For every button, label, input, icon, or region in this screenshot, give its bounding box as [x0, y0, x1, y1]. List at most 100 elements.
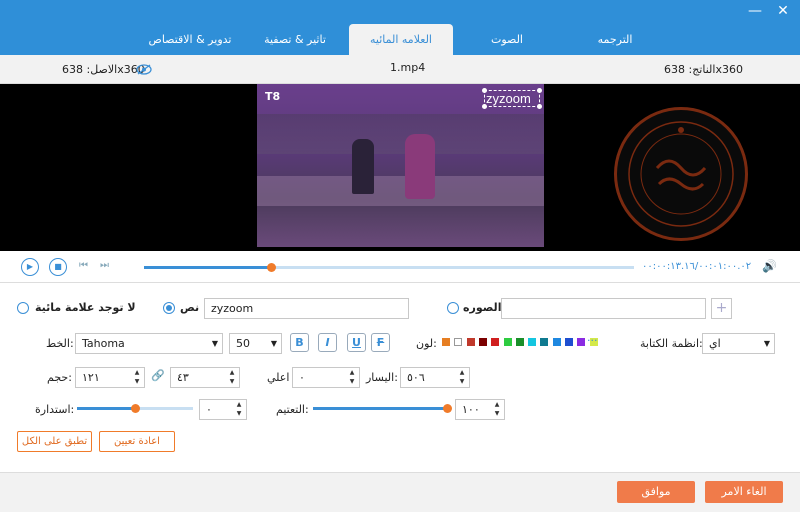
top-input[interactable]: ٠ ▲ ▼ [292, 367, 360, 388]
height-value: ٤٣ [177, 371, 189, 384]
color-swatch[interactable] [577, 338, 586, 346]
resize-handle[interactable] [537, 88, 542, 93]
apply-to-all-button[interactable]: تطبق على الكل [17, 431, 92, 452]
writing-system-label: انظمة الكتابة: [640, 337, 703, 350]
ok-button[interactable]: موافق [617, 481, 695, 503]
minimize-button[interactable]: — [747, 4, 763, 18]
font-size-select[interactable]: 50 ▼ [229, 333, 282, 354]
underline-button[interactable]: U [347, 333, 366, 352]
italic-button[interactable]: I [318, 333, 337, 352]
tab-watermark[interactable]: العلامه المائيه [349, 24, 453, 55]
reset-button[interactable]: اعادة تعيين [99, 431, 175, 452]
add-image-button[interactable]: + [711, 298, 732, 319]
opacity-value: ١٠٠ [462, 403, 480, 416]
spin-up-icon[interactable]: ▲ [132, 369, 142, 377]
image-path-input[interactable] [501, 298, 706, 319]
link-icon[interactable]: 🔗 [151, 369, 165, 382]
resize-handle[interactable] [482, 88, 487, 93]
seek-bar-fill [144, 266, 272, 269]
info-bar: الناتج: 638x360 1.mp4 الاصل: 638x360 [0, 55, 800, 84]
watermark-box[interactable]: zyzoom [482, 88, 542, 109]
tab-audio[interactable]: الصوت [457, 24, 557, 55]
no-watermark-label: لا توجد علامة مائية [35, 301, 136, 314]
spin-down-icon[interactable]: ▼ [234, 410, 244, 418]
color-swatch[interactable] [565, 338, 573, 346]
more-colors-button[interactable]: ··· [587, 334, 598, 347]
spin-down-icon[interactable]: ▼ [227, 378, 237, 386]
image-watermark-radio[interactable] [447, 302, 459, 314]
rotation-slider-knob[interactable] [131, 404, 140, 413]
color-swatch[interactable] [540, 338, 549, 346]
font-select[interactable]: Tahoma ▼ [75, 333, 223, 354]
title-bar: — ✕ الترجمه الصوت العلامه المائيه تاثير … [0, 0, 800, 55]
image-watermark-label: الصوره [463, 301, 502, 314]
spin-down-icon[interactable]: ▼ [492, 410, 502, 418]
tab-subtitle[interactable]: الترجمه [565, 24, 665, 55]
seek-bar-knob[interactable] [267, 263, 277, 272]
resize-handle[interactable] [482, 104, 487, 109]
watermark-text-input[interactable]: zyzoom [204, 298, 409, 319]
no-watermark-radio[interactable] [17, 302, 29, 314]
stop-icon[interactable]: ■ [49, 258, 67, 276]
opacity-slider-fill [313, 407, 447, 410]
strikethrough-button[interactable]: F [371, 333, 390, 352]
skip-back-icon[interactable]: ⏮ [79, 260, 88, 271]
eye-icon[interactable] [136, 64, 152, 75]
color-swatch[interactable] [491, 338, 500, 346]
color-swatch[interactable] [503, 338, 512, 346]
original-resolution: الاصل: 638x360 [62, 63, 145, 76]
cancel-button[interactable]: الغاء الامر [705, 481, 783, 503]
tab-effect-filter[interactable]: تاثير & تصفية [245, 24, 345, 55]
spin-up-icon[interactable]: ▲ [492, 401, 502, 409]
opacity-input[interactable]: ١٠٠ ▲ ▼ [455, 399, 505, 420]
rotation-label: استدارة: [35, 403, 75, 416]
bold-button[interactable]: B [290, 333, 309, 352]
opacity-slider[interactable] [313, 404, 452, 413]
color-swatch[interactable] [478, 338, 487, 346]
rotation-input[interactable]: ٠ ▲ ▼ [199, 399, 247, 420]
text-watermark-radio[interactable] [163, 302, 175, 314]
opacity-label: التعتيم: [276, 403, 309, 416]
skip-forward-icon[interactable]: ⏭ [100, 260, 109, 271]
height-input[interactable]: ٤٣ ▲ ▼ [170, 367, 240, 388]
forum-stamp-logo [614, 107, 748, 241]
rotation-slider-fill [77, 407, 135, 410]
seek-bar[interactable] [144, 263, 634, 272]
resize-handle[interactable] [537, 104, 542, 109]
color-swatch[interactable] [552, 338, 561, 346]
color-label: لون: [416, 337, 437, 350]
left-input[interactable]: ٥٠٦ ▲ ▼ [400, 367, 470, 388]
opacity-slider-knob[interactable] [443, 404, 452, 413]
play-icon[interactable]: ▶ [21, 258, 39, 276]
text-watermark-label: نص [180, 301, 200, 314]
background-wall [257, 176, 544, 206]
output-resolution: الناتج: 638x360 [664, 63, 743, 76]
volume-icon[interactable]: 🔊 [762, 259, 777, 273]
rotation-value: ٠ [206, 403, 212, 416]
spin-up-icon[interactable]: ▲ [227, 369, 237, 377]
spin-down-icon[interactable]: ▼ [347, 378, 357, 386]
color-swatch[interactable] [515, 338, 524, 346]
color-swatch[interactable] [454, 338, 463, 346]
channel-logo: T8 [265, 90, 281, 103]
color-swatch[interactable] [442, 338, 450, 346]
spin-up-icon[interactable]: ▲ [234, 401, 244, 409]
width-input[interactable]: ١٢١ ▲ ▼ [75, 367, 145, 388]
chevron-down-icon: ▼ [270, 339, 277, 348]
width-value: ١٢١ [82, 371, 100, 384]
chevron-down-icon: ▼ [211, 339, 218, 348]
time-display: ٠٠:٠٠:١٣.١٦/٠٠:٠١:٠٠.٠٢ [642, 261, 752, 272]
color-swatch[interactable] [528, 338, 537, 346]
tab-rotate-crop[interactable]: تدوير & الاقتصاص [138, 24, 242, 55]
spin-up-icon[interactable]: ▲ [347, 369, 357, 377]
spin-down-icon[interactable]: ▼ [132, 378, 142, 386]
file-name: 1.mp4 [390, 61, 426, 74]
color-swatch[interactable] [466, 338, 475, 346]
left-value: ٥٠٦ [407, 371, 425, 384]
spin-down-icon[interactable]: ▼ [457, 378, 467, 386]
close-button[interactable]: ✕ [775, 4, 791, 18]
rotation-slider[interactable] [77, 404, 193, 413]
spin-up-icon[interactable]: ▲ [457, 369, 467, 377]
writing-system-select[interactable]: اي ▼ [702, 333, 775, 354]
font-size-value: 50 [236, 337, 250, 350]
